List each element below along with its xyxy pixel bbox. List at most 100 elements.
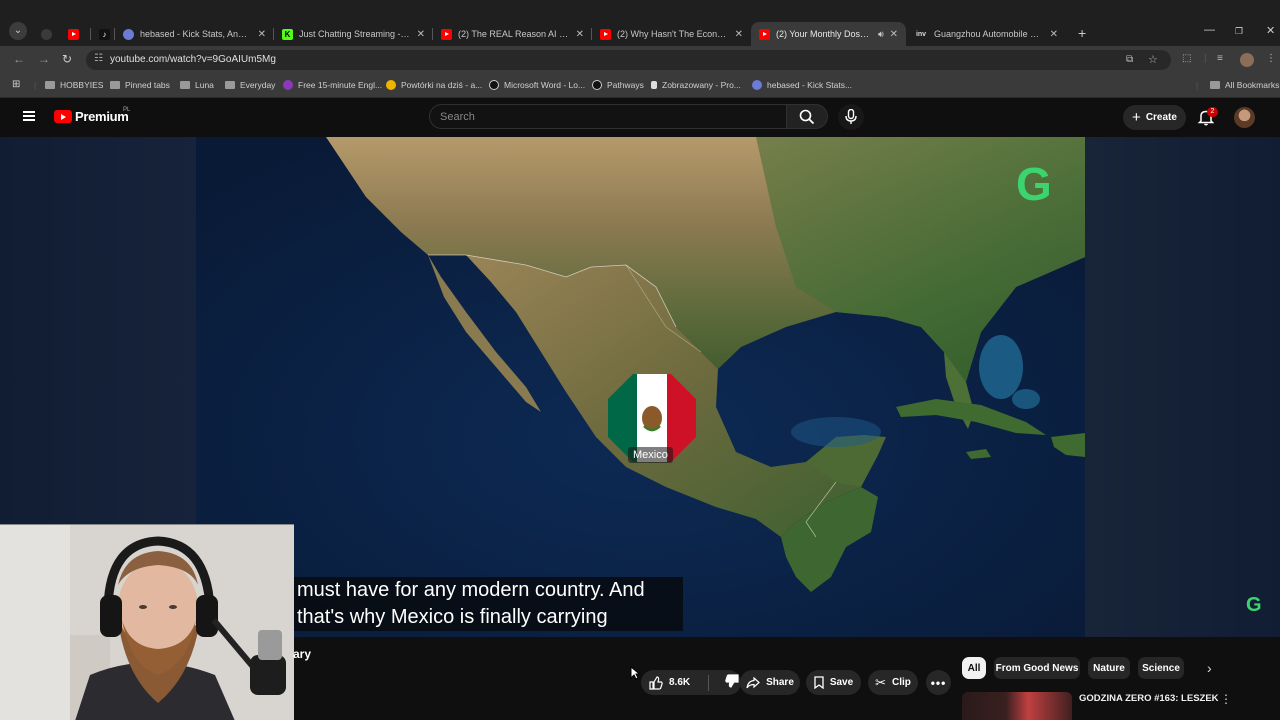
bookmark-item[interactable]: Free 15-minute Engl... [283, 80, 382, 90]
install-app-icon[interactable]: ⧉ [1126, 54, 1133, 65]
close-icon[interactable]: ✕ [1050, 29, 1058, 40]
tab[interactable]: inv Guangzhou Automobile Group ✕ [906, 22, 1066, 46]
chip-all[interactable]: All [962, 657, 986, 679]
share-button[interactable]: Share [740, 670, 800, 695]
tab-list: ♪ hebased - Kick Stats, Analytics ✕ K Ju… [34, 22, 1066, 46]
all-bookmarks[interactable]: All Bookmarks [1210, 80, 1279, 90]
window-close-icon[interactable]: ✕ [1266, 24, 1275, 37]
bookmark-label: Powtórki na dziś - a... [401, 80, 483, 90]
country-code: PL [123, 107, 131, 113]
site-info-icon[interactable]: ☷ [94, 53, 103, 64]
new-tab-icon[interactable]: + [1078, 25, 1086, 41]
bookmark-item[interactable]: Microsoft Word - Lo... [489, 80, 585, 90]
tab[interactable] [34, 22, 60, 46]
player-backdrop-right [1085, 137, 1280, 637]
tab-title: (2) Why Hasn't The Economy Co [617, 29, 729, 39]
extensions-icon[interactable]: ⬚ [1182, 53, 1191, 64]
youtube-logo-icon[interactable] [54, 110, 72, 123]
folder-icon [45, 81, 55, 89]
tiktok-icon: ♪ [99, 28, 110, 40]
chip-nature[interactable]: Nature [1088, 657, 1130, 679]
minimize-icon[interactable]: — [1204, 24, 1215, 36]
bookmark-label: Microsoft Word - Lo... [504, 80, 586, 90]
address-bar[interactable]: ☷ youtube.com/watch?v=9GoAIUm5Mg ⧉ ☆ [86, 50, 1171, 70]
speaker-icon[interactable]: 🔊︎ [878, 29, 884, 40]
chevron-right-icon[interactable]: › [1207, 660, 1212, 676]
reload-icon[interactable]: ↻ [62, 52, 72, 66]
channel-branding-icon[interactable]: G [1246, 595, 1262, 615]
bookmark-item[interactable]: HOBBYIES [45, 80, 103, 90]
chip-from-good-news[interactable]: From Good News [994, 657, 1080, 679]
close-icon[interactable]: ✕ [735, 29, 743, 40]
map-location-label: Mexico [628, 447, 673, 463]
bookmark-item[interactable]: Pinned tabs [110, 80, 170, 90]
folder-icon [180, 81, 190, 89]
back-icon[interactable]: ← [13, 52, 25, 66]
url-text[interactable]: youtube.com/watch?v=9GoAIUm5Mg [110, 54, 276, 65]
thumbs-up-icon [649, 675, 663, 690]
close-icon[interactable]: ✕ [890, 29, 898, 40]
youtube-icon [68, 28, 79, 40]
youtube-icon [441, 28, 452, 40]
plus-icon: + [1132, 109, 1141, 126]
chip-science[interactable]: Science [1138, 657, 1184, 679]
tab[interactable]: hebased - Kick Stats, Analytics ✕ [115, 22, 274, 46]
restore-icon[interactable]: ❐ [1235, 26, 1243, 37]
bookmark-label: Free 15-minute Engl... [298, 80, 383, 90]
create-button[interactable]: + Create [1123, 105, 1186, 130]
apps-grid-icon[interactable]: ⊞ [12, 79, 20, 90]
recommendation-title[interactable]: GODZINA ZERO #163: LESZEK [1079, 693, 1219, 704]
webcam-overlay [0, 524, 294, 720]
bookmark-item[interactable]: Everyday [225, 80, 275, 90]
save-button[interactable]: Save [806, 670, 861, 695]
like-dislike-group: 8.6K [641, 670, 741, 695]
share-icon [746, 676, 760, 688]
voice-search-button[interactable] [838, 104, 864, 130]
divider: | [34, 80, 37, 90]
search-button[interactable] [786, 104, 828, 129]
close-icon[interactable]: ✕ [258, 29, 266, 40]
tab[interactable]: ♪ [91, 22, 115, 46]
youtube-premium-logo[interactable]: Premium [75, 109, 129, 124]
search-input[interactable] [440, 109, 770, 124]
tab-active[interactable]: (2) Your Monthly Dose of G 🔊︎ ✕ [751, 22, 906, 46]
share-label: Share [766, 677, 794, 688]
bookmark-label: HOBBYIES [60, 80, 104, 90]
close-icon[interactable]: ✕ [417, 29, 425, 40]
tab[interactable] [60, 22, 91, 46]
bookmark-item[interactable]: hebased - Kick Stats... [752, 80, 852, 90]
tab-title: (2) The REAL Reason AI Can't Be [458, 29, 570, 39]
kickstats-icon [752, 80, 762, 90]
clip-button[interactable]: ✂ Clip [868, 670, 918, 695]
tab-title: hebased - Kick Stats, Analytics [140, 29, 252, 39]
tab[interactable]: (2) The REAL Reason AI Can't Be ✕ [433, 22, 592, 46]
like-button[interactable]: 8.6K [649, 675, 691, 690]
kebab-menu-icon[interactable]: ⋮ [1266, 53, 1276, 64]
like-count: 8.6K [669, 677, 691, 688]
bookmark-item[interactable]: Pathways [592, 80, 644, 90]
reading-list-icon[interactable]: ≡ [1217, 53, 1223, 64]
divider: | [1204, 53, 1207, 64]
bookmark-item[interactable]: Zobrazowany - Pro... [651, 80, 741, 90]
dislike-button[interactable] [725, 674, 739, 691]
divider [708, 674, 710, 691]
bookmark-star-icon[interactable]: ☆ [1148, 53, 1158, 66]
bookmark-item[interactable]: Luna [180, 80, 214, 90]
folder-icon [225, 81, 235, 89]
profile-avatar[interactable] [1240, 53, 1254, 67]
tab-search-button[interactable]: ⌄ [9, 22, 27, 40]
bookmark-item[interactable]: Powtórki na dziś - a... [386, 80, 482, 90]
caption-line: must have for any modern country. And [297, 579, 645, 601]
more-actions-button[interactable]: ••• [926, 670, 951, 695]
account-avatar[interactable] [1234, 107, 1255, 128]
channel-watermark-icon: G [1016, 158, 1052, 210]
kebab-menu-icon[interactable]: ⋮ [1220, 692, 1232, 706]
video-title: ary [293, 647, 312, 661]
bookmark-label: Pinned tabs [125, 80, 170, 90]
tab[interactable]: (2) Why Hasn't The Economy Co ✕ [592, 22, 751, 46]
forward-icon[interactable]: → [38, 52, 50, 66]
recommendation-thumbnail[interactable] [962, 692, 1072, 720]
tab[interactable]: K Just Chatting Streaming - Live ✕ [274, 22, 433, 46]
close-icon[interactable]: ✕ [576, 29, 584, 40]
menu-icon[interactable] [23, 111, 35, 121]
